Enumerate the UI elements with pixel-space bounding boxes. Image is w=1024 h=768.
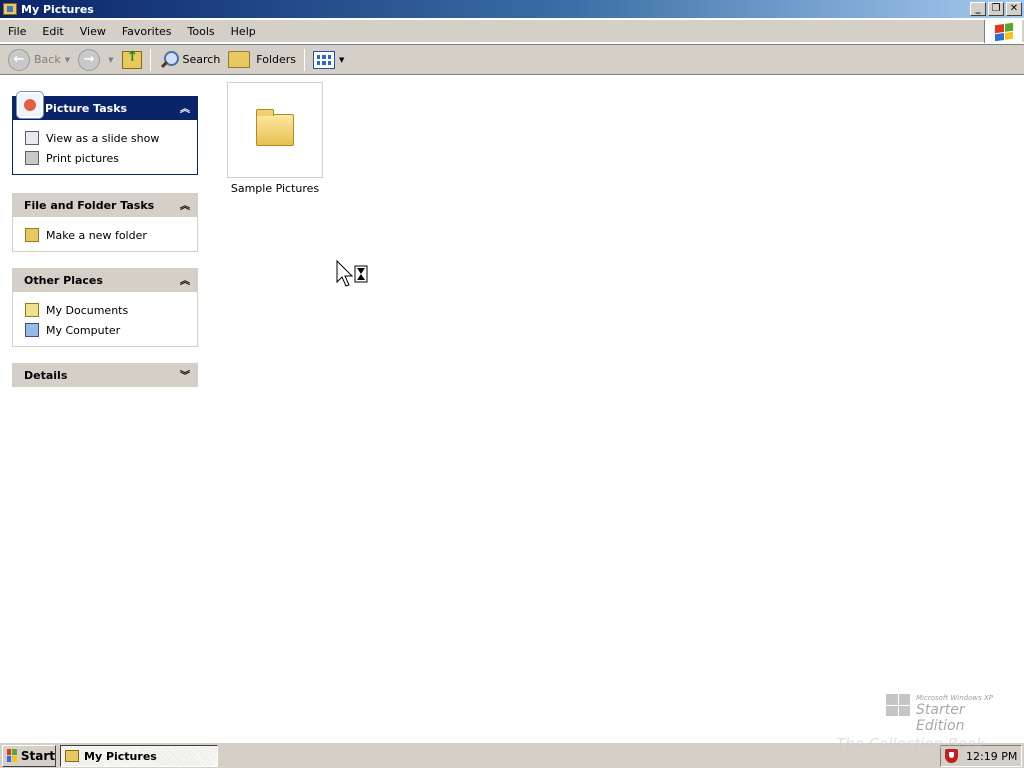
printer-icon <box>25 151 39 165</box>
menu-edit[interactable]: Edit <box>34 25 71 38</box>
search-label: Search <box>182 53 221 66</box>
folder-up-icon <box>121 49 142 69</box>
my-computer-icon <box>25 323 39 337</box>
other-places-body: My Documents My Computer <box>12 292 198 347</box>
window-title: My Pictures <box>21 2 94 16</box>
security-shield-icon[interactable] <box>945 749 958 763</box>
sample-pictures-label[interactable]: Sample Pictures <box>217 182 333 195</box>
my-pictures-icon <box>65 750 79 762</box>
start-flag-icon <box>7 749 17 762</box>
task-label: Print pictures <box>46 151 119 165</box>
forward-dropdown-icon[interactable]: ▼ <box>108 56 113 64</box>
details-title: Details <box>24 368 68 382</box>
start-button[interactable]: Start <box>2 744 56 767</box>
file-folder-tasks-body: Make a new folder <box>12 217 198 252</box>
start-label: Start <box>20 748 55 763</box>
toolbar-separator <box>149 48 151 71</box>
file-folder-tasks-panel: File and Folder Tasks ︽ Make a new folde… <box>12 193 198 252</box>
picture-tasks-title: Picture Tasks <box>45 101 128 115</box>
views-button[interactable]: ▼ <box>309 47 348 73</box>
collapse-chevron-icon[interactable]: ︽ <box>180 272 190 287</box>
menu-bar: File Edit View Favorites Tools Help <box>0 20 1024 43</box>
new-folder-icon <box>25 228 39 242</box>
place-my-documents[interactable]: My Documents <box>25 300 197 320</box>
busy-cursor-icon <box>336 260 368 287</box>
other-places-panel: Other Places ︽ My Documents My Computer <box>12 268 198 347</box>
forward-arrow-icon: → <box>78 48 101 71</box>
edition-name: Starter Edition <box>916 702 965 734</box>
title-bar[interactable]: My Pictures _ ❐ ✕ <box>0 0 1024 18</box>
task-make-new-folder[interactable]: Make a new folder <box>25 225 197 245</box>
taskbar-button-my-pictures[interactable]: My Pictures <box>60 745 218 767</box>
folders-icon <box>228 51 251 68</box>
collapse-chevron-icon[interactable]: ︽ <box>180 100 190 115</box>
picture-tasks-icon <box>17 92 43 118</box>
views-icon <box>313 50 336 69</box>
forward-button[interactable]: → ▼ <box>74 47 117 73</box>
slideshow-icon <box>25 131 39 145</box>
task-label: View as a slide show <box>46 131 160 145</box>
place-label: My Documents <box>46 303 129 317</box>
picture-tasks-body: View as a slide show Print pictures <box>12 120 198 175</box>
back-button[interactable]: ← Back ▼ <box>4 47 74 73</box>
windows-logo <box>984 20 1022 43</box>
details-panel: Details ︾ <box>12 363 198 387</box>
search-button[interactable]: Search <box>155 47 225 73</box>
system-tray: 12:19 PM <box>940 745 1022 767</box>
task-pane: Picture Tasks ︽ View as a slide show Pri… <box>0 76 212 740</box>
other-places-title: Other Places <box>24 273 103 287</box>
menu-favorites[interactable]: Favorites <box>114 25 180 38</box>
place-label: My Computer <box>46 323 121 337</box>
my-pictures-icon <box>3 3 17 15</box>
expand-chevron-icon[interactable]: ︾ <box>180 367 190 382</box>
sample-pictures-thumbnail[interactable] <box>227 82 323 178</box>
folders-label: Folders <box>256 53 297 66</box>
file-folder-tasks-header[interactable]: File and Folder Tasks ︽ <box>12 193 198 217</box>
window-controls: _ ❐ ✕ <box>970 2 1022 16</box>
windows-edition-logo: Microsoft Windows XP Starter Edition <box>886 692 1014 734</box>
back-dropdown-icon[interactable]: ▼ <box>65 56 70 64</box>
windows-flag-icon <box>994 22 1013 41</box>
views-dropdown-icon[interactable]: ▼ <box>339 56 344 64</box>
task-view-slideshow[interactable]: View as a slide show <box>25 128 197 148</box>
back-label: Back <box>34 53 61 66</box>
back-arrow-icon: ← <box>8 48 30 71</box>
standard-toolbar: ← Back ▼ → ▼ Search Folders ▼ <box>0 44 1024 75</box>
details-header[interactable]: Details ︾ <box>12 363 198 387</box>
minimize-button[interactable]: _ <box>970 2 986 16</box>
search-icon <box>159 50 179 70</box>
close-button[interactable]: ✕ <box>1006 2 1022 16</box>
menu-help[interactable]: Help <box>223 25 264 38</box>
folder-icon <box>256 109 294 146</box>
menu-view[interactable]: View <box>72 25 114 38</box>
up-button[interactable] <box>118 47 146 73</box>
toolbar-separator <box>304 48 306 71</box>
place-my-computer[interactable]: My Computer <box>25 320 197 340</box>
task-label: Make a new folder <box>46 228 147 242</box>
taskbar: Start My Pictures 12:19 PM <box>0 742 1024 768</box>
restore-button[interactable]: ❐ <box>988 2 1004 16</box>
collapse-chevron-icon[interactable]: ︽ <box>180 197 190 212</box>
file-folder-tasks-title: File and Folder Tasks <box>24 198 155 212</box>
menu-tools[interactable]: Tools <box>180 25 223 38</box>
edition-small-text: Microsoft Windows XP <box>916 694 993 702</box>
file-view[interactable]: Sample Pictures <box>212 76 1024 740</box>
picture-tasks-panel: Picture Tasks ︽ View as a slide show Pri… <box>12 92 198 175</box>
edition-flag-icon <box>886 694 910 716</box>
taskbar-button-label: My Pictures <box>84 749 157 763</box>
picture-tasks-header[interactable]: Picture Tasks ︽ <box>12 92 198 120</box>
other-places-header[interactable]: Other Places ︽ <box>12 268 198 292</box>
folders-button[interactable]: Folders <box>224 47 300 73</box>
menu-file[interactable]: File <box>0 25 34 38</box>
my-documents-icon <box>25 303 39 317</box>
task-print-pictures[interactable]: Print pictures <box>25 148 197 168</box>
clock[interactable]: 12:19 PM <box>966 750 1017 763</box>
